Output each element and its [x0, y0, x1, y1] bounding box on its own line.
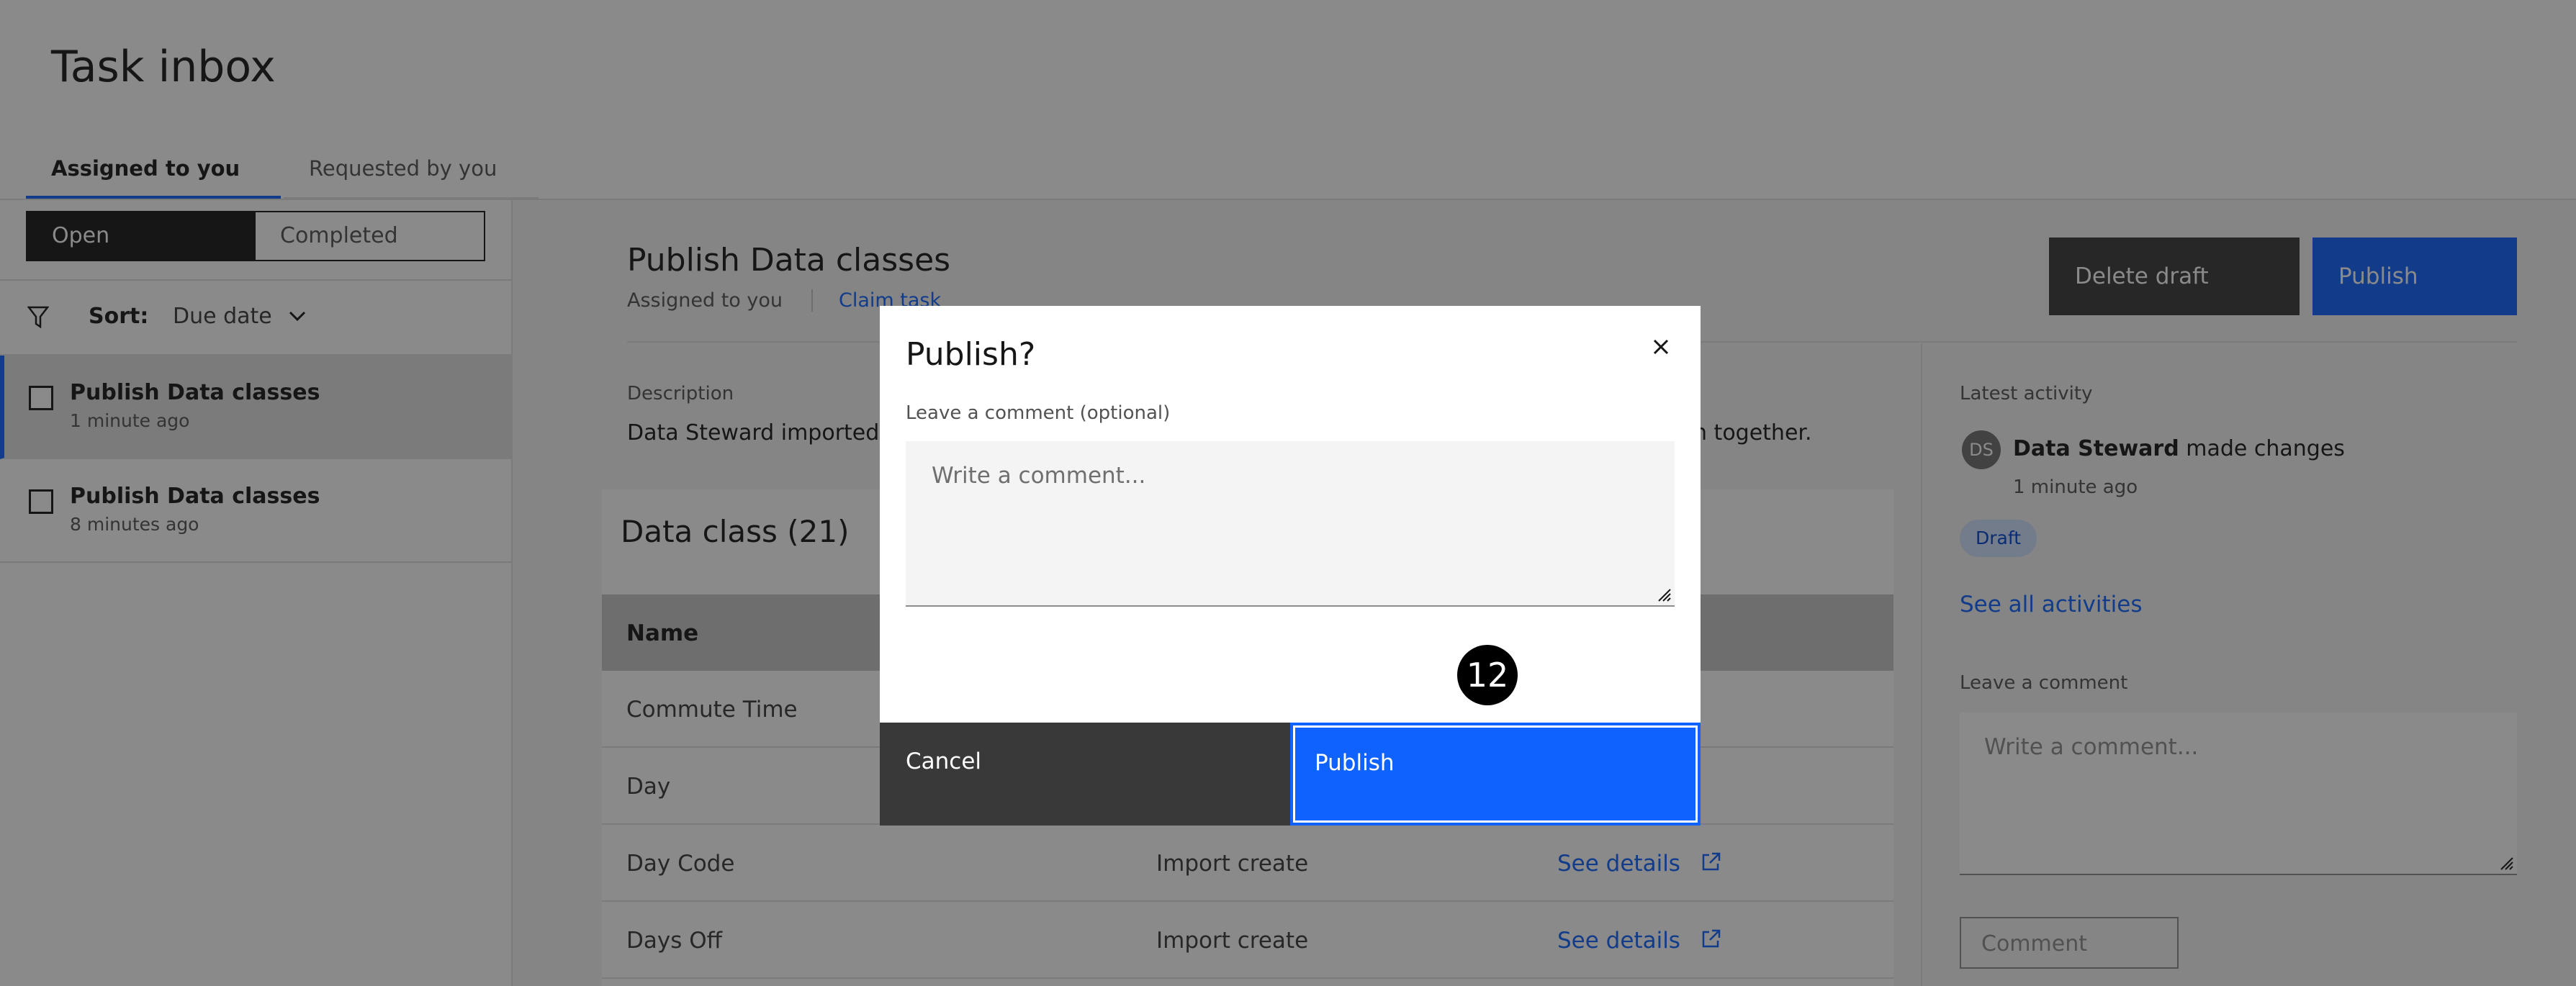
- resize-handle-icon[interactable]: [1656, 587, 1672, 602]
- modal-title: Publish?: [906, 336, 1036, 373]
- comment-field-label: Leave a comment (optional): [906, 402, 1171, 424]
- modal-comment-placeholder: Write a comment...: [932, 463, 1146, 489]
- modal-publish-button[interactable]: Publish: [1290, 723, 1701, 826]
- close-icon[interactable]: [1646, 332, 1676, 362]
- modal-comment-textarea[interactable]: Write a comment...: [906, 441, 1675, 607]
- cancel-button[interactable]: Cancel: [880, 723, 1290, 826]
- publish-modal: Publish? Leave a comment (optional) Writ…: [880, 306, 1701, 826]
- step-number-badge: 12: [1457, 645, 1518, 705]
